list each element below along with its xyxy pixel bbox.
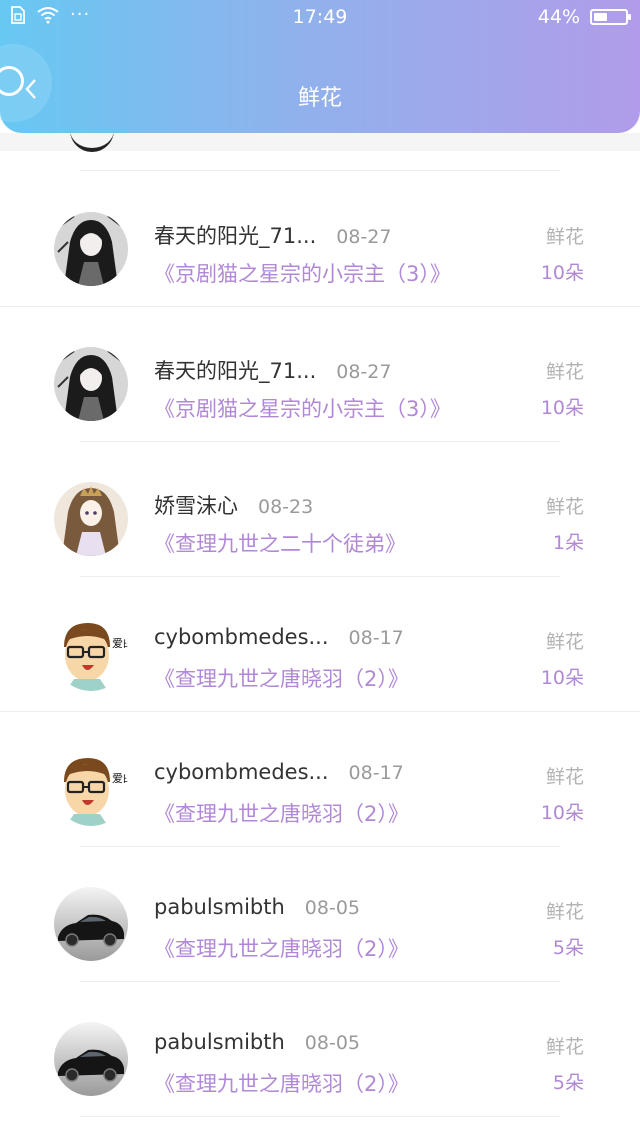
flower-count: 10朵 [540,262,584,284]
item-meta: cybombmedes... 08-17 [154,760,404,784]
send-date: 08-05 [304,897,360,919]
flower-count: 1朵 [552,532,584,554]
flower-count: 10朵 [540,667,584,689]
sender-name[interactable]: pabulsmibth [154,895,285,919]
battery-level [594,13,607,21]
flower-count: 10朵 [540,802,584,824]
sender-name[interactable]: 娇雪沫心 [154,490,238,520]
send-date: 08-23 [258,496,314,518]
flower-label: 鲜花 [545,901,584,923]
cartoon-man-glasses-avatar[interactable]: 爱的全对 [54,752,128,826]
anime-girl-dark-avatar[interactable] [54,347,128,421]
page-title: 鲜花 [297,86,342,111]
list-divider [80,1116,560,1117]
header-bar: ··· 17:49 44% 鲜花 [0,0,640,133]
sender-name[interactable]: cybombmedes... [154,625,329,649]
list-item[interactable]: 爱的全对 cybombmedes... 08-17 《查理九世之唐晓羽（2）》 … [0,577,640,712]
list-divider [80,170,560,171]
item-meta: 娇雪沫心 08-23 [154,490,313,520]
send-date: 08-05 [304,1032,360,1054]
send-date: 08-27 [336,226,392,248]
sender-name[interactable]: 春天的阳光_71... [154,220,316,250]
flower-count: 5朵 [552,1072,584,1094]
book-title-link[interactable]: 《查理九世之唐晓羽（2）》 [154,663,409,693]
avatar-text: 爱的全对 [112,771,128,785]
black-car-avatar[interactable] [54,1022,128,1096]
item-meta: pabulsmibth 08-05 [154,1030,360,1054]
flower-label: 鲜花 [545,631,584,653]
item-meta: cybombmedes... 08-17 [154,625,404,649]
anime-girl-light-avatar[interactable] [54,482,128,556]
item-meta: 春天的阳光_71... 08-27 [154,355,391,385]
book-title-link[interactable]: 《查理九世之唐晓羽（2）》 [154,1068,409,1098]
item-meta: pabulsmibth 08-05 [154,895,360,919]
flower-count: 10朵 [540,397,584,419]
flower-label: 鲜花 [545,766,584,788]
battery-icon [590,9,631,25]
battery-percent: 44% [537,6,580,28]
flower-label: 鲜花 [545,361,584,383]
flower-label: 鲜花 [545,1036,584,1058]
sender-name[interactable]: cybombmedes... [154,760,329,784]
sender-name[interactable]: pabulsmibth [154,1030,285,1054]
list-item[interactable]: 娇雪沫心 08-23 《查理九世之二十个徒弟》 鲜花 1朵 [0,442,640,577]
status-right: 44% [537,6,631,28]
flower-count: 5朵 [552,937,584,959]
book-title-link[interactable]: 《京剧猫之星宗的小宗主（3）》 [154,258,451,288]
book-title-link[interactable]: 《查理九世之唐晓羽（2）》 [154,798,409,828]
book-title-link[interactable]: 《查理九世之唐晓羽（2）》 [154,933,409,963]
book-title-link[interactable]: 《京剧猫之星宗的小宗主（3）》 [154,393,451,423]
list-item[interactable]: 爱的全对 cybombmedes... 08-17 《查理九世之唐晓羽（2）》 … [0,712,640,847]
black-car-avatar[interactable] [54,887,128,961]
flower-list: 春天的阳光_71... 08-27 《京剧猫之星宗的小宗主（3）》 鲜花 10朵… [0,172,640,1117]
flower-label: 鲜花 [545,496,584,518]
flower-label: 鲜花 [545,226,584,248]
send-date: 08-27 [336,361,392,383]
list-item[interactable]: 春天的阳光_71... 08-27 《京剧猫之星宗的小宗主（3）》 鲜花 10朵 [0,172,640,307]
cartoon-man-glasses-avatar[interactable]: 爱的全对 [54,617,128,691]
list-item[interactable]: pabulsmibth 08-05 《查理九世之唐晓羽（2）》 鲜花 5朵 [0,847,640,982]
send-date: 08-17 [348,627,404,649]
item-meta: 春天的阳光_71... 08-27 [154,220,391,250]
sender-name[interactable]: 春天的阳光_71... [154,355,316,385]
list-item[interactable]: 春天的阳光_71... 08-27 《京剧猫之星宗的小宗主（3）》 鲜花 10朵 [0,307,640,442]
status-bar: ··· 17:49 44% [0,0,640,36]
list-item[interactable]: pabulsmibth 08-05 《查理九世之唐晓羽（2）》 鲜花 5朵 [0,982,640,1117]
avatar-text: 爱的全对 [112,636,128,650]
anime-girl-dark-avatar[interactable] [54,212,128,286]
send-date: 08-17 [348,762,404,784]
book-title-link[interactable]: 《查理九世之二十个徒弟》 [154,528,406,558]
